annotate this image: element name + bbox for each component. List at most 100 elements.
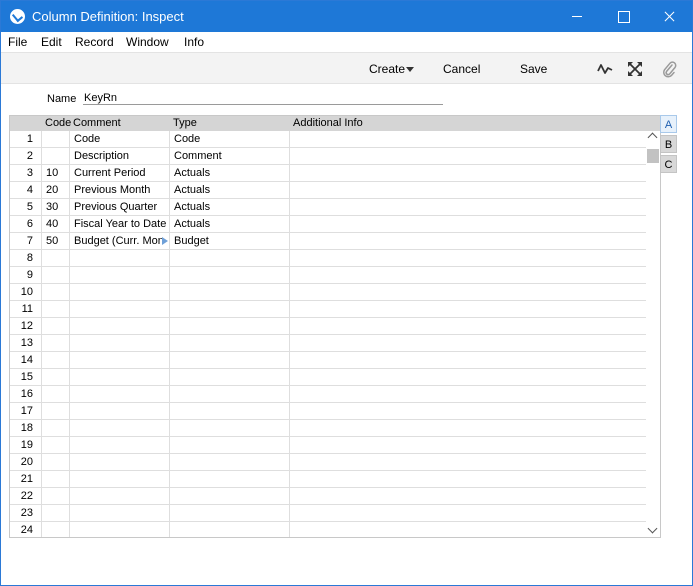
close-button[interactable]: [646, 1, 692, 32]
type-cell[interactable]: [170, 267, 290, 284]
table-row[interactable]: 23: [10, 505, 646, 522]
type-cell[interactable]: [170, 522, 290, 537]
comment-cell[interactable]: Previous Month: [70, 182, 170, 199]
comment-cell[interactable]: Previous Quarter: [70, 199, 170, 216]
additional-info-cell[interactable]: [290, 233, 646, 250]
table-row[interactable]: 12: [10, 318, 646, 335]
additional-info-cell[interactable]: [290, 386, 646, 403]
additional-info-cell[interactable]: [290, 522, 646, 537]
type-cell[interactable]: [170, 284, 290, 301]
cancel-button[interactable]: Cancel: [443, 62, 480, 76]
type-cell[interactable]: [170, 505, 290, 522]
type-cell[interactable]: [170, 318, 290, 335]
save-button[interactable]: Save: [520, 62, 547, 76]
comment-cell[interactable]: [70, 437, 170, 454]
additional-info-cell[interactable]: [290, 420, 646, 437]
expand-arrows-icon[interactable]: [627, 61, 643, 77]
comment-cell[interactable]: [70, 471, 170, 488]
comment-cell[interactable]: [70, 301, 170, 318]
title-bar[interactable]: Column Definition: Inspect: [1, 1, 692, 32]
code-cell[interactable]: 30: [42, 199, 70, 216]
activity-pulse-icon[interactable]: [597, 61, 613, 77]
menu-info[interactable]: Info: [184, 35, 204, 49]
code-cell[interactable]: [42, 267, 70, 284]
type-cell[interactable]: [170, 403, 290, 420]
type-cell[interactable]: [170, 488, 290, 505]
code-cell[interactable]: [42, 420, 70, 437]
scroll-thumb[interactable]: [647, 149, 659, 163]
type-cell[interactable]: [170, 335, 290, 352]
table-row[interactable]: 15: [10, 369, 646, 386]
comment-cell[interactable]: [70, 420, 170, 437]
table-row[interactable]: 14: [10, 352, 646, 369]
table-row[interactable]: 11: [10, 301, 646, 318]
tab-b[interactable]: B: [660, 135, 677, 153]
additional-info-cell[interactable]: [290, 488, 646, 505]
comment-cell[interactable]: Code: [70, 131, 170, 148]
overflow-arrow-icon[interactable]: [162, 237, 168, 245]
comment-cell[interactable]: Fiscal Year to Date: [70, 216, 170, 233]
scroll-up-icon[interactable]: [647, 132, 658, 143]
type-cell[interactable]: Comment: [170, 148, 290, 165]
comment-cell[interactable]: [70, 454, 170, 471]
code-cell[interactable]: [42, 369, 70, 386]
menu-edit[interactable]: Edit: [41, 35, 62, 49]
type-cell[interactable]: Actuals: [170, 182, 290, 199]
table-row[interactable]: 10: [10, 284, 646, 301]
additional-info-cell[interactable]: [290, 301, 646, 318]
create-button[interactable]: Create: [369, 62, 405, 76]
code-cell[interactable]: [42, 284, 70, 301]
type-cell[interactable]: [170, 386, 290, 403]
code-cell[interactable]: [42, 318, 70, 335]
paperclip-icon[interactable]: [661, 60, 677, 78]
comment-cell[interactable]: [70, 352, 170, 369]
scroll-down-icon[interactable]: [647, 523, 658, 534]
additional-info-cell[interactable]: [290, 250, 646, 267]
additional-info-cell[interactable]: [290, 199, 646, 216]
additional-info-cell[interactable]: [290, 165, 646, 182]
code-cell[interactable]: [42, 335, 70, 352]
comment-cell[interactable]: [70, 386, 170, 403]
code-cell[interactable]: [42, 131, 70, 148]
menu-window[interactable]: Window: [126, 35, 169, 49]
comment-cell[interactable]: [70, 318, 170, 335]
table-row[interactable]: 19: [10, 437, 646, 454]
table-row[interactable]: 18: [10, 420, 646, 437]
table-row[interactable]: 4 20 Previous Month Actuals: [10, 182, 646, 199]
type-cell[interactable]: Actuals: [170, 165, 290, 182]
code-cell[interactable]: [42, 148, 70, 165]
additional-info-cell[interactable]: [290, 318, 646, 335]
additional-info-cell[interactable]: [290, 216, 646, 233]
comment-cell[interactable]: [70, 250, 170, 267]
table-row[interactable]: 6 40 Fiscal Year to Date Actuals: [10, 216, 646, 233]
code-cell[interactable]: [42, 352, 70, 369]
table-row[interactable]: 13: [10, 335, 646, 352]
comment-cell[interactable]: [70, 488, 170, 505]
type-cell[interactable]: Actuals: [170, 216, 290, 233]
additional-info-cell[interactable]: [290, 454, 646, 471]
table-row[interactable]: 24: [10, 522, 646, 537]
code-cell[interactable]: [42, 386, 70, 403]
type-cell[interactable]: Code: [170, 131, 290, 148]
code-cell[interactable]: [42, 301, 70, 318]
table-row[interactable]: 9: [10, 267, 646, 284]
table-row[interactable]: 7 50 Budget (Curr. Mon Budget: [10, 233, 646, 250]
comment-cell[interactable]: [70, 267, 170, 284]
code-cell[interactable]: [42, 454, 70, 471]
code-cell[interactable]: 40: [42, 216, 70, 233]
comment-cell[interactable]: [70, 505, 170, 522]
table-row[interactable]: 20: [10, 454, 646, 471]
code-cell[interactable]: [42, 403, 70, 420]
comment-cell[interactable]: [70, 369, 170, 386]
table-row[interactable]: 5 30 Previous Quarter Actuals: [10, 199, 646, 216]
additional-info-cell[interactable]: [290, 284, 646, 301]
type-cell[interactable]: [170, 437, 290, 454]
comment-cell[interactable]: Description: [70, 148, 170, 165]
maximize-button[interactable]: [600, 1, 646, 32]
type-cell[interactable]: [170, 301, 290, 318]
table-row[interactable]: 17: [10, 403, 646, 420]
table-row[interactable]: 8: [10, 250, 646, 267]
table-row[interactable]: 3 10 Current Period Actuals: [10, 165, 646, 182]
minimize-button[interactable]: [554, 1, 600, 32]
comment-cell[interactable]: [70, 522, 170, 537]
